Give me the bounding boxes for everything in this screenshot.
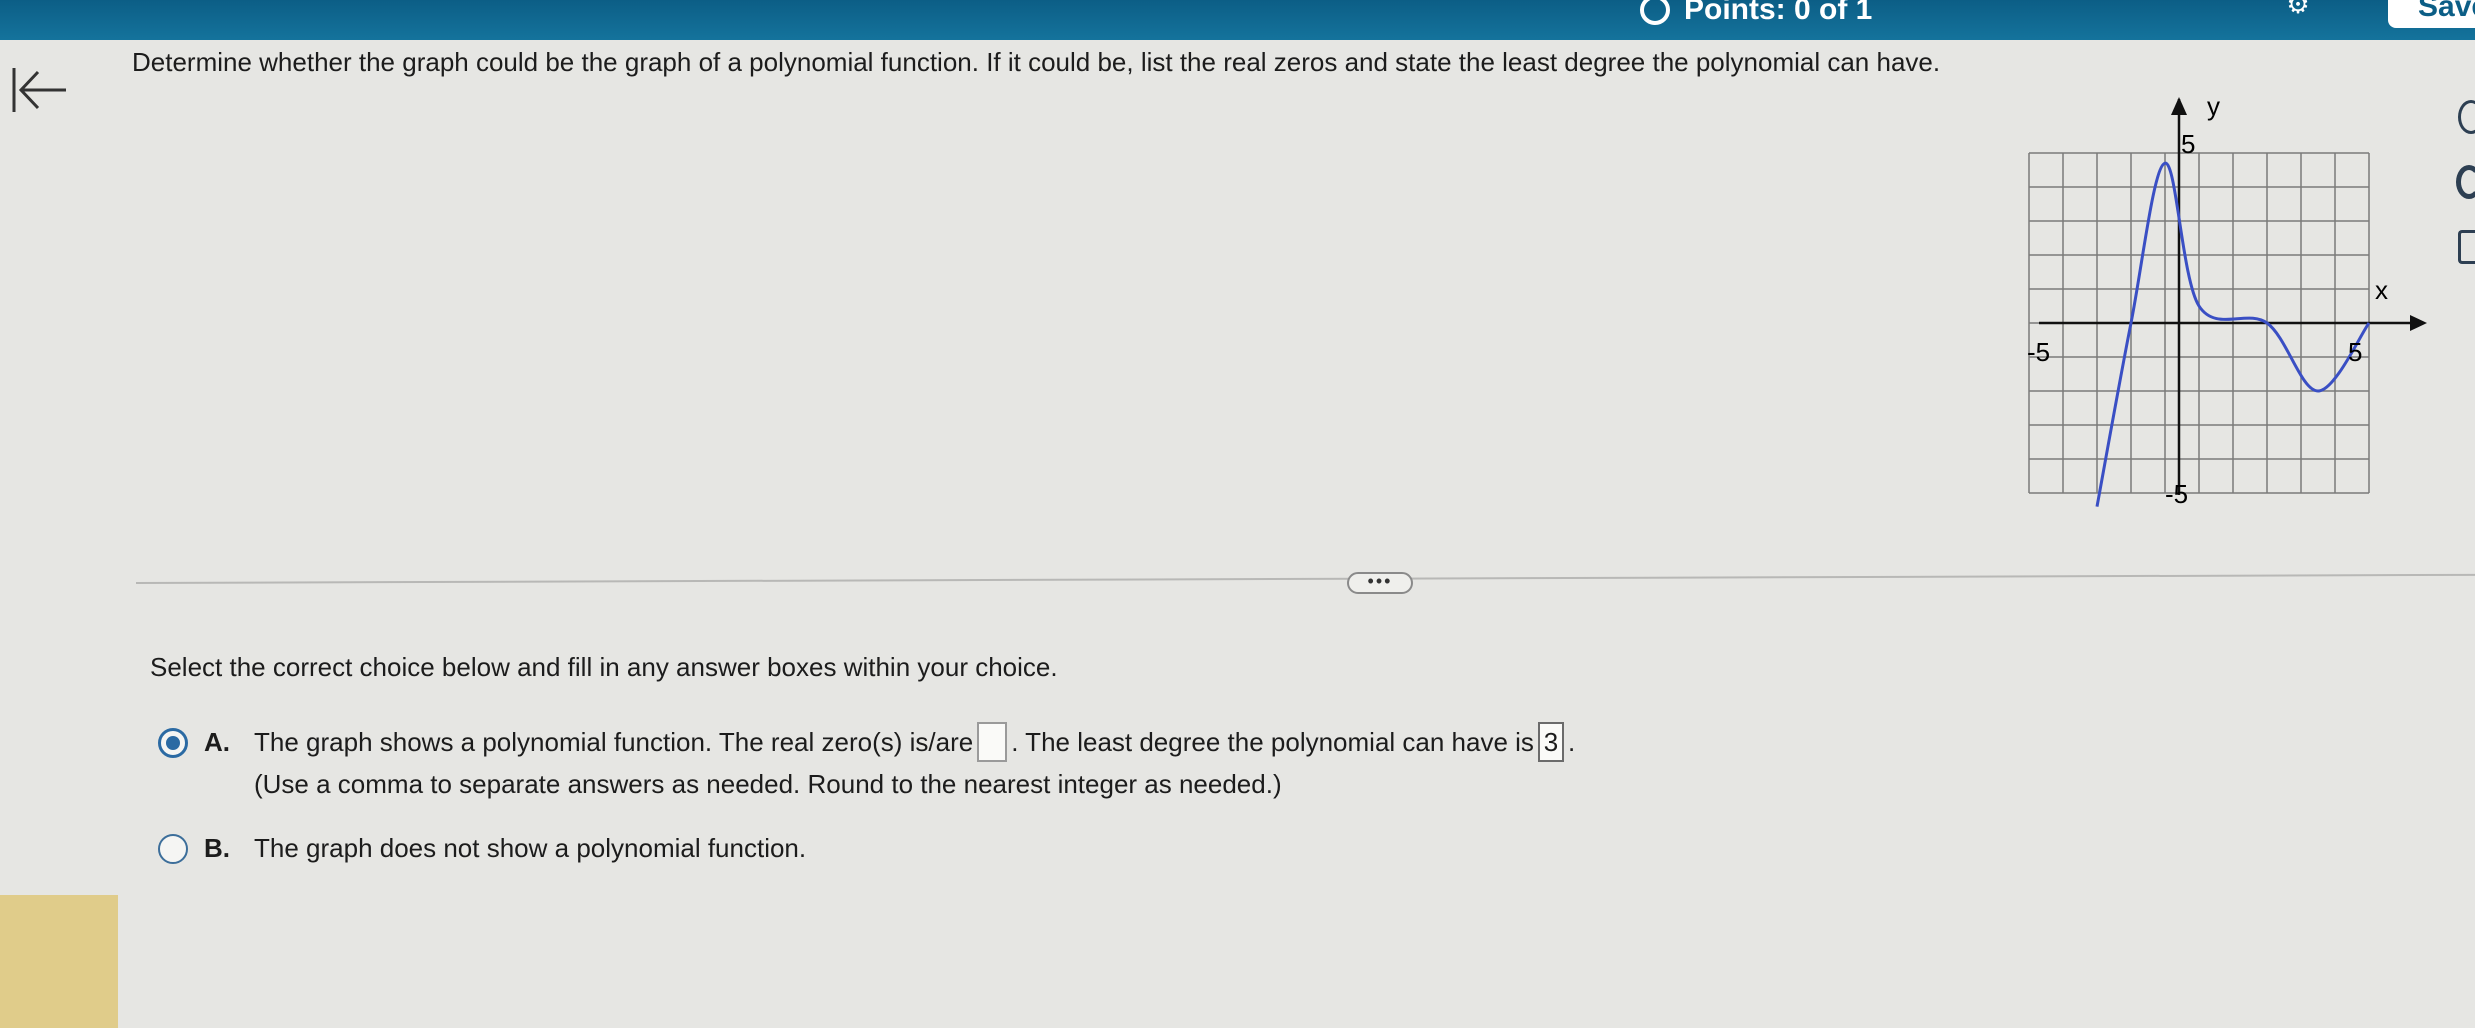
real-zeros-input[interactable] [977, 722, 1008, 763]
x-min-tick-label: -5 [2027, 337, 2050, 367]
instruction-text: Select the correct choice below and fill… [150, 652, 1058, 682]
polynomial-graph: y x 5 -5 -5 5 [2015, 95, 2435, 515]
top-bar: Points: 0 of 1 ⚙ Save [0, 0, 2475, 40]
choice-a-body: The graph shows a polynomial function. T… [254, 722, 1576, 764]
side-tool-icon[interactable] [2458, 100, 2475, 134]
choice-a-text-after: . [1567, 727, 1576, 757]
side-strip [0, 895, 118, 1028]
y-axis-label: y [2207, 95, 2220, 121]
collapse-panel-button[interactable] [8, 60, 68, 120]
side-tool-icon[interactable] [2456, 165, 2475, 199]
choice-b-radio[interactable] [158, 834, 188, 864]
choice-a-text-middle: . The least degree the polynomial can ha… [1011, 727, 1534, 757]
y-axis-arrow-icon [2171, 97, 2187, 115]
y-max-tick-label: 5 [2181, 129, 2195, 159]
points-indicator: Points: 0 of 1 [1640, 0, 1872, 28]
save-button[interactable]: Save [2388, 0, 2475, 28]
points-ring-icon [1640, 0, 1670, 25]
side-tool-icon[interactable] [2458, 230, 2475, 264]
x-axis-label: x [2375, 275, 2388, 305]
settings-icon[interactable]: ⚙ [2284, 0, 2312, 18]
choice-a-text-before: The graph shows a polynomial function. T… [254, 727, 974, 757]
choice-b-letter: B. [204, 833, 230, 863]
more-options-button[interactable]: ••• [1347, 572, 1413, 594]
choice-a-note: (Use a comma to separate answers as need… [254, 769, 1282, 799]
y-min-tick-label: -5 [2165, 479, 2188, 509]
x-max-tick-label: 5 [2348, 337, 2362, 367]
arrow-left-bar-icon [12, 68, 66, 112]
degree-input[interactable]: 3 [1537, 722, 1564, 763]
x-axis-arrow-icon [2410, 315, 2427, 331]
section-divider [135, 573, 2475, 584]
choice-a-letter: A. [204, 727, 230, 757]
graph-svg: y x 5 -5 -5 5 [2027, 95, 2427, 509]
choice-b-text: The graph does not show a polynomial fun… [254, 833, 807, 863]
points-label: Points: 0 of 1 [1684, 0, 1873, 26]
choice-a-radio[interactable] [158, 728, 188, 758]
question-text: Determine whether the graph could be the… [132, 47, 1941, 77]
